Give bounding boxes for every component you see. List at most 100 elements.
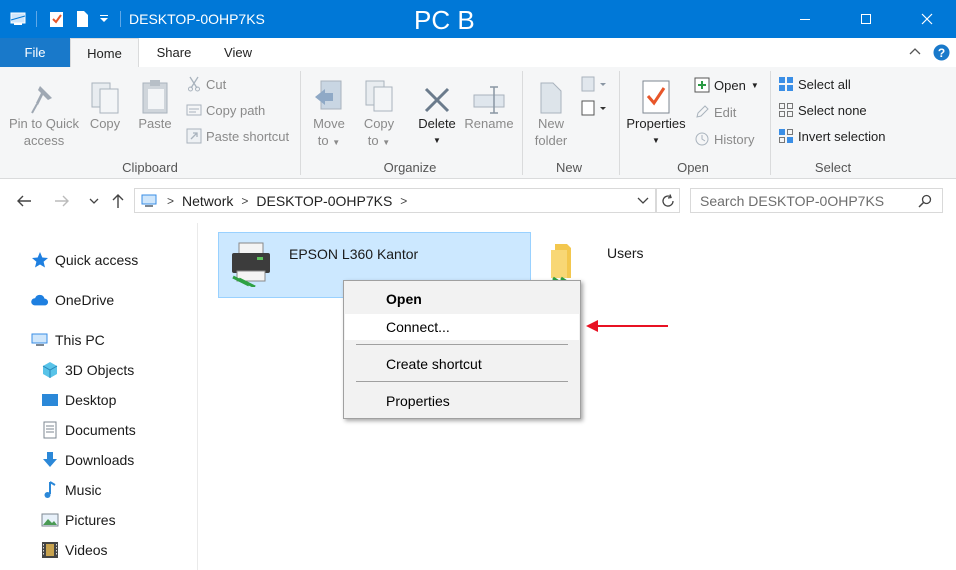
- nav-downloads[interactable]: Downloads: [41, 447, 134, 473]
- copy-to-button[interactable]: Copy to ▼: [358, 77, 400, 151]
- explorer-app-icon[interactable]: [8, 8, 30, 30]
- history-button[interactable]: History: [694, 128, 754, 150]
- maximize-button[interactable]: [843, 0, 889, 38]
- paste-label: Paste: [138, 116, 172, 131]
- new-folder-qa-icon[interactable]: [73, 8, 91, 30]
- help-icon[interactable]: ?: [933, 44, 950, 61]
- cloud-icon: [31, 291, 49, 309]
- properties-qa-icon[interactable]: [47, 8, 67, 30]
- new-folder-label-2: folder: [534, 133, 568, 148]
- paste-shortcut-icon: [186, 128, 202, 144]
- nav-label: Downloads: [65, 452, 135, 468]
- easy-access-icon[interactable]: [580, 99, 610, 119]
- nav-pictures[interactable]: Pictures: [41, 507, 116, 533]
- tab-share[interactable]: Share: [148, 38, 200, 67]
- properties-button[interactable]: Properties ▼: [624, 75, 688, 149]
- forward-arrow-icon[interactable]: [52, 191, 72, 211]
- copy-to-icon: [358, 77, 400, 115]
- clipboard-group-label: Clipboard: [122, 160, 178, 175]
- menu-item-open[interactable]: Open: [345, 286, 579, 312]
- menu-separator: [356, 381, 568, 382]
- refresh-icon: [661, 193, 675, 208]
- paste-button[interactable]: Paste: [134, 77, 176, 132]
- download-arrow-icon: [41, 451, 59, 469]
- nav-videos[interactable]: Videos: [41, 537, 108, 563]
- select-none-icon: [778, 102, 794, 118]
- window-title: DESKTOP-0OHP7KS: [129, 11, 265, 27]
- cut-button[interactable]: Cut: [186, 73, 226, 95]
- qa-divider: [36, 11, 37, 27]
- invert-selection-button[interactable]: Invert selection: [778, 125, 885, 147]
- svg-text:?: ?: [938, 46, 945, 60]
- film-icon: [41, 541, 59, 559]
- breadcrumb-desktop[interactable]: DESKTOP-0OHP7KS: [256, 193, 392, 209]
- copy-to-label-1: Copy: [363, 116, 395, 131]
- move-to-button[interactable]: Move to ▼: [308, 77, 350, 151]
- nav-label: Documents: [65, 422, 136, 438]
- history-label: History: [714, 131, 755, 147]
- tab-home[interactable]: Home: [70, 38, 139, 67]
- menu-item-properties[interactable]: Properties: [345, 388, 579, 414]
- annotation-arrow-icon: [584, 317, 670, 335]
- nav-music[interactable]: Music: [41, 477, 102, 503]
- recent-locations-chevron-icon[interactable]: [84, 191, 104, 211]
- collapse-ribbon-icon[interactable]: [908, 44, 922, 60]
- address-bar[interactable]: > Network > DESKTOP-0OHP7KS >: [134, 188, 656, 213]
- shared-folder-icon: [543, 238, 583, 282]
- select-none-button[interactable]: Select none: [778, 99, 867, 121]
- nav-onedrive[interactable]: OneDrive: [31, 287, 114, 313]
- customize-qa-dropdown-icon[interactable]: [96, 8, 112, 30]
- new-folder-button[interactable]: New folder: [528, 77, 574, 149]
- nav-label: This PC: [55, 332, 105, 348]
- menu-item-create-shortcut[interactable]: Create shortcut: [345, 351, 579, 377]
- computer-icon: [141, 193, 159, 209]
- select-all-button[interactable]: Select all: [778, 73, 851, 95]
- copy-path-button[interactable]: Copy path: [186, 99, 265, 121]
- search-box[interactable]: Search DESKTOP-0OHP7KS: [690, 188, 943, 213]
- new-item-icon[interactable]: [580, 75, 610, 95]
- nav-this-pc[interactable]: This PC: [31, 327, 105, 353]
- edit-button[interactable]: Edit: [694, 101, 736, 123]
- chevron-right-icon[interactable]: >: [241, 194, 248, 208]
- title-bar: DESKTOP-0OHP7KS PC B: [0, 0, 956, 38]
- nav-documents[interactable]: Documents: [41, 417, 136, 443]
- ribbon-separator: [770, 71, 771, 175]
- copy-label: Copy: [89, 116, 121, 131]
- navigation-pane: Quick access OneDrive This PC 3D Objects…: [0, 223, 198, 570]
- chevron-down-icon: ▼: [332, 138, 341, 147]
- minimize-button[interactable]: [782, 0, 828, 38]
- chevron-down-icon: ▼: [652, 136, 660, 145]
- up-arrow-icon[interactable]: [108, 191, 128, 211]
- properties-icon: [624, 75, 688, 115]
- copy-path-icon: [186, 102, 202, 118]
- edit-label: Edit: [714, 104, 737, 120]
- paste-shortcut-button[interactable]: Paste shortcut: [186, 125, 289, 147]
- copy-path-label: Copy path: [206, 102, 266, 118]
- copy-button[interactable]: Copy: [86, 77, 124, 132]
- ribbon-separator: [619, 71, 620, 175]
- menu-item-connect[interactable]: Connect...: [345, 314, 579, 340]
- delete-button[interactable]: Delete ▼: [414, 77, 460, 149]
- refresh-button[interactable]: [656, 188, 680, 213]
- nav-label: Videos: [65, 542, 108, 558]
- new-folder-label-1: New: [537, 116, 564, 131]
- tab-file[interactable]: File: [0, 38, 70, 67]
- rename-button[interactable]: Rename: [462, 77, 516, 132]
- address-history-chevron-icon[interactable]: [637, 195, 649, 205]
- open-dropdown-button[interactable]: Open ▼: [694, 74, 759, 96]
- nav-3d-objects[interactable]: 3D Objects: [41, 357, 134, 383]
- pin-to-quick-access-button[interactable]: Pin to Quick access: [6, 77, 82, 149]
- close-button[interactable]: [904, 0, 950, 38]
- delete-x-icon: [414, 77, 460, 115]
- nav-label: 3D Objects: [65, 362, 135, 378]
- nav-desktop[interactable]: Desktop: [41, 387, 116, 413]
- copy-icon: [86, 77, 124, 115]
- back-arrow-icon[interactable]: [14, 191, 34, 211]
- tab-view[interactable]: View: [212, 38, 264, 67]
- organize-group-label: Organize: [383, 160, 437, 175]
- chevron-right-icon[interactable]: >: [400, 194, 407, 208]
- cut-label: Cut: [206, 76, 227, 92]
- chevron-down-icon: ▼: [433, 136, 441, 145]
- breadcrumb-network[interactable]: Network: [182, 193, 233, 209]
- nav-quick-access[interactable]: Quick access: [31, 247, 138, 273]
